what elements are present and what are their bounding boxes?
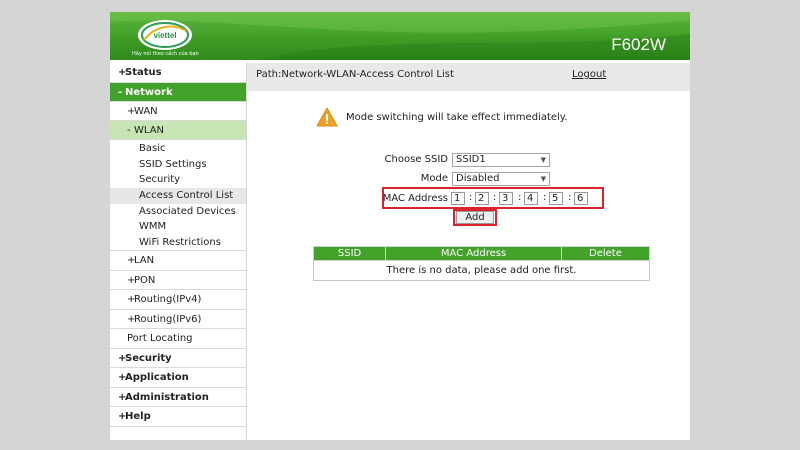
ssid-select-value: SSID1 [456, 154, 486, 165]
sidebar-item-label: LAN [134, 255, 155, 266]
logo-wordmark: viettel [153, 31, 176, 40]
sidebar-item-pon[interactable]: +PON [110, 271, 246, 290]
mac-separator: : [518, 192, 522, 203]
expand-icon: + [118, 372, 127, 383]
logout-link[interactable]: Logout [572, 69, 606, 80]
sidebar-item-label: Routing(IPv4) [134, 294, 202, 305]
sidebar-item-basic[interactable]: Basic [110, 141, 246, 157]
table-row: There is no data, please add one first. [313, 260, 650, 281]
mac-octet-1-input[interactable]: 1 [451, 192, 465, 205]
sidebar-item-associated-devices[interactable]: Associated Devices [110, 204, 246, 219]
expand-icon: + [127, 106, 136, 117]
sidebar-item-help[interactable]: +Help [110, 407, 246, 427]
sidebar-item-status[interactable]: +Status [110, 63, 246, 83]
mode-label: Mode [420, 173, 448, 184]
mac-address-label: MAC Address [382, 193, 448, 204]
sidebar-item-label: WAN [134, 106, 158, 117]
mac-separator: : [568, 192, 572, 203]
table-header-row: SSID MAC Address Delete [312, 246, 651, 261]
breadcrumb: Path:Network-WLAN-Access Control List [256, 69, 454, 80]
sidebar-item-security[interactable]: +Security [110, 349, 246, 368]
expand-icon: + [118, 67, 127, 78]
expand-icon: + [118, 353, 127, 364]
sidebar-item-administration[interactable]: +Administration [110, 388, 246, 407]
acl-table: SSID MAC Address Delete There is no data… [312, 246, 651, 281]
mac-separator: : [543, 192, 547, 203]
sidebar-item-wan[interactable]: +WAN [110, 102, 246, 121]
expand-icon: + [127, 314, 136, 325]
expand-icon: + [118, 411, 127, 422]
column-header-ssid: SSID [312, 246, 387, 261]
sidebar-item-label: Application [125, 372, 189, 383]
sidebar-item-label: Network [125, 87, 173, 98]
collapse-icon: - [127, 125, 131, 136]
header-banner: viettel Hãy nói theo cách của bạn F602W [110, 12, 690, 60]
sidebar-item-label: Status [125, 67, 162, 78]
mac-separator: : [493, 192, 497, 203]
sidebar-item-network[interactable]: - Network [110, 83, 246, 102]
mode-select[interactable]: Disabled ▼ [452, 172, 550, 186]
mac-octet-3-input[interactable]: 3 [499, 192, 513, 205]
expand-icon: + [118, 392, 127, 403]
sidebar-item-wifi-restrictions[interactable]: WiFi Restrictions [110, 235, 246, 251]
chevron-down-icon: ▼ [540, 175, 546, 183]
add-button[interactable]: Add [456, 211, 494, 224]
sidebar-item-lan[interactable]: +LAN [110, 251, 246, 271]
sidebar-item-label: PON [134, 275, 156, 286]
path-bar: Path:Network-WLAN-Access Control List Lo… [247, 63, 690, 91]
sidebar-item-label: Security [125, 353, 172, 364]
column-header-mac-address: MAC Address [385, 246, 562, 261]
mac-octet-4-input[interactable]: 4 [524, 192, 538, 205]
sidebar-item-label: Administration [125, 392, 209, 403]
expand-icon: + [127, 275, 136, 286]
sidebar-nav: +Status - Network +WAN - WLAN Basic SSID S… [110, 63, 247, 440]
choose-ssid-label: Choose SSID [384, 154, 448, 165]
sidebar-item-security-wlan[interactable]: Security [110, 172, 246, 188]
sidebar-item-wlan[interactable]: - WLAN [110, 121, 246, 140]
sidebar-item-label: Help [125, 411, 151, 422]
mode-switch-notice: Mode switching will take effect immediat… [346, 112, 568, 123]
mac-separator: : [469, 192, 473, 203]
warning-icon [316, 107, 338, 127]
device-model: F602W [611, 35, 666, 54]
chevron-down-icon: ▼ [540, 156, 546, 164]
sidebar-item-label: WLAN [134, 125, 165, 136]
empty-table-message: There is no data, please add one first. [313, 260, 650, 281]
sidebar-item-label: Routing(IPv6) [134, 314, 202, 325]
mac-octet-2-input[interactable]: 2 [475, 192, 489, 205]
sidebar-item-access-control-list[interactable]: Access Control List [110, 188, 246, 204]
sidebar-item-ssid-settings[interactable]: SSID Settings [110, 157, 246, 172]
sidebar-item-routing-ipv4[interactable]: +Routing(IPv4) [110, 290, 246, 310]
sidebar-item-application[interactable]: +Application [110, 368, 246, 388]
column-header-delete: Delete [560, 246, 651, 261]
brand-slogan: Hãy nói theo cách của bạn [132, 51, 199, 57]
ssid-select[interactable]: SSID1 ▼ [452, 153, 550, 167]
collapse-icon: - [118, 87, 123, 98]
router-admin-window: viettel Hãy nói theo cách của bạn F602W … [110, 12, 690, 440]
mac-octet-6-input[interactable]: 6 [574, 192, 588, 205]
mac-octet-5-input[interactable]: 5 [549, 192, 563, 205]
mode-select-value: Disabled [456, 173, 500, 184]
sidebar-item-port-locating[interactable]: Port Locating [110, 329, 246, 349]
sidebar-item-wmm[interactable]: WMM [110, 219, 246, 235]
expand-icon: + [127, 255, 136, 266]
expand-icon: + [127, 294, 136, 305]
sidebar-item-routing-ipv6[interactable]: +Routing(IPv6) [110, 310, 246, 329]
viettel-logo: viettel [138, 20, 192, 50]
